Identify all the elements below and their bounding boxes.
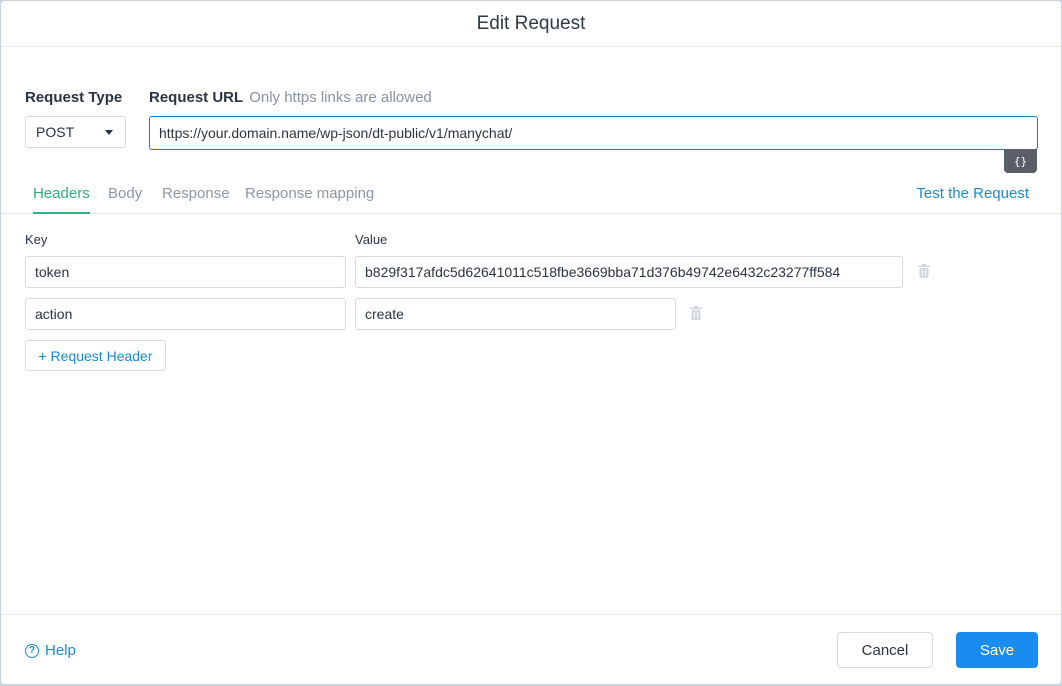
request-url-label-text: Request URL [149,89,244,106]
tab-response-mapping[interactable]: Response mapping [245,185,374,202]
help-circle-icon: ? [25,643,39,658]
modal-title: Edit Request [476,12,586,34]
request-type-value: POST [36,124,75,140]
save-button[interactable]: Save [956,632,1038,668]
code-braces-icon: {} [1013,154,1028,168]
tab-bar: Headers Body Response Response mapping T… [1,173,1061,214]
trash-icon[interactable] [690,306,702,320]
request-url-input[interactable] [149,116,1038,150]
add-request-header-button[interactable]: + Request Header [25,340,166,371]
test-request-link[interactable]: Test the Request [916,185,1029,202]
header-key-input[interactable]: action [25,298,346,330]
tab-body[interactable]: Body [108,185,142,202]
header-value-input[interactable]: create [355,298,676,330]
key-column-label: Key [25,232,48,247]
request-url-label: Request URL Only https links are allowed [149,89,432,106]
header-key-input[interactable]: token [25,256,346,288]
request-url-hint: Only https links are allowed [249,89,432,106]
value-column-label: Value [355,232,388,247]
help-label: Help [45,642,76,659]
modal-header: Edit Request [1,1,1061,47]
header-value-input[interactable]: b829f317afdc5d62641011c518fbe3669bba71d3… [355,256,903,288]
request-type-label: Request Type [25,89,123,106]
trash-icon[interactable] [918,264,930,278]
request-type-select[interactable]: POST [25,116,126,148]
tab-headers[interactable]: Headers [33,185,90,214]
tab-response[interactable]: Response [162,185,230,202]
edit-request-modal: Edit Request Request Type Request URL Onl… [1,1,1061,684]
chevron-down-icon [105,130,113,135]
help-link[interactable]: ? Help [25,642,76,659]
modal-footer: ? Help Cancel Save [1,614,1061,684]
cancel-button[interactable]: Cancel [837,632,933,668]
insert-variable-button[interactable]: {} [1004,149,1037,173]
